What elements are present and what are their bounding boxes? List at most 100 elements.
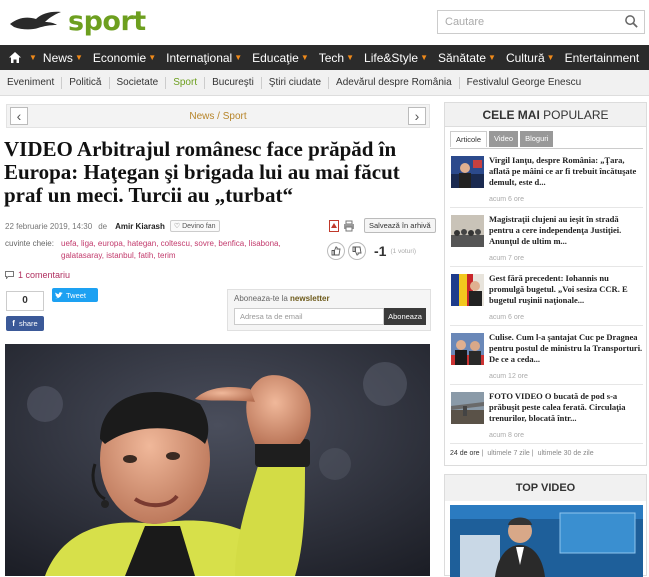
search-box: [437, 10, 645, 34]
nav-label: Internaţional: [166, 50, 233, 65]
breadcrumb[interactable]: News / Sport: [7, 111, 429, 122]
list-item[interactable]: Virgil Ianţu, despre România: „Ţara, afl…: [450, 149, 643, 208]
logo-text: sport: [68, 5, 146, 37]
top-video-thumbnail[interactable]: [450, 505, 643, 577]
nav-item-educatie[interactable]: Educaţie ▼: [248, 51, 315, 65]
list-item[interactable]: FOTO VIDEO O bucată de pod s-a prăbuşit …: [450, 385, 643, 444]
nav-label: Cultură: [505, 50, 545, 65]
list-item[interactable]: Culise. Cum l-a şantajat Cuc pe Dragnea …: [450, 326, 643, 385]
popular-title: Virgil Ianţu, despre România: „Ţara, afl…: [489, 155, 637, 187]
comments-link[interactable]: 1 comentariu: [5, 270, 70, 280]
nav-item-news[interactable]: News ▼: [39, 51, 89, 65]
nav-item-sanatate[interactable]: Sănătate ▼: [434, 51, 502, 65]
sidebar-tabs: Articole Video Bloguri: [450, 131, 555, 147]
tab-video[interactable]: Video: [489, 131, 519, 147]
popular-time: acum 8 ore: [489, 432, 525, 439]
article-main-image[interactable]: [5, 344, 430, 576]
nav-label: Entertainment: [564, 50, 640, 65]
article-thumbnail: [451, 333, 484, 365]
popular-title: Gest fără precedent: Iohannis nu promulg…: [489, 273, 628, 305]
newsletter-email-input[interactable]: [234, 308, 384, 325]
popular-list: Virgil Ianţu, despre România: „Ţara, afl…: [450, 148, 643, 444]
filter-24h[interactable]: 24 de ore: [450, 450, 480, 457]
subnav-item-bucuresti[interactable]: Bucureşti: [205, 76, 262, 89]
top-video-box: TOP VIDEO: [444, 474, 647, 577]
pdf-icon[interactable]: [328, 219, 340, 232]
subnav-item-politica[interactable]: Politică: [62, 76, 110, 89]
newsletter-subscribe-button[interactable]: Aboneaza: [384, 308, 426, 325]
nav-label: Educaţie: [252, 50, 299, 65]
top-video-title: TOP VIDEO: [445, 475, 646, 501]
nav-label: Sănătate: [437, 50, 487, 65]
nav-item-entertainment[interactable]: Entertainment: [561, 51, 644, 65]
subnav-item-adevarul-despre-romania[interactable]: Adevărul despre România: [329, 76, 460, 89]
nav-label: Life&Style: [364, 50, 419, 65]
tweet-label: Tweet: [66, 290, 87, 300]
sidebar-title-bold: CELE MAI: [482, 108, 540, 122]
nav-label: News: [42, 50, 73, 65]
tags-list[interactable]: uefa, liga, europa, hategan, coltescu, s…: [61, 238, 301, 262]
article-thumbnail: [451, 274, 484, 306]
home-button[interactable]: [3, 52, 27, 63]
article-author[interactable]: Amir Kiarash: [115, 222, 165, 231]
home-icon: [9, 52, 21, 63]
subnav-item-sport[interactable]: Sport: [166, 76, 206, 89]
nav-item-cultura[interactable]: Cultură ▼: [502, 51, 561, 65]
referee-photo: [5, 344, 430, 576]
facebook-icon: f: [12, 319, 15, 328]
subnav-item-societate[interactable]: Societate: [110, 76, 167, 89]
nav-label: Tech: [318, 50, 345, 65]
filter-7-days[interactable]: ultimele 7 zile: [487, 450, 529, 457]
thumbs-down-button[interactable]: [348, 242, 366, 260]
filter-30-days[interactable]: ultimele 30 de zile: [538, 450, 594, 457]
site-logo[interactable]: sport: [8, 4, 146, 38]
subnav-item-eveniment[interactable]: Eveniment: [0, 76, 63, 89]
list-item[interactable]: Magistraţii clujeni au ieşit în stradă p…: [450, 208, 643, 267]
nav-arrow-icon: ▼: [29, 53, 37, 62]
search-input[interactable]: [438, 11, 608, 33]
nav-item-international[interactable]: Internaţional ▼: [162, 51, 248, 65]
article-thumbnail: [451, 156, 484, 188]
popular-time: acum 6 ore: [489, 196, 525, 203]
tweet-button[interactable]: Tweet: [52, 288, 98, 302]
search-icon[interactable]: [624, 14, 639, 29]
article-date: 22 februarie 2019, 14:30: [5, 221, 93, 231]
main-nav: ▼ News ▼ Economie ▼ Internaţional ▼ Educaţi…: [0, 45, 649, 70]
article-title: VIDEO Arbitrajul românesc face prăpăd în…: [4, 137, 400, 207]
sidebar-title: CELE MAI POPULARE: [445, 103, 646, 127]
newsletter-title: Aboneaza-te la newsletter: [234, 294, 330, 303]
save-to-archive-button[interactable]: Salvează în arhivă: [364, 218, 436, 233]
next-article-button[interactable]: ›: [408, 107, 426, 125]
popular-time: acum 6 ore: [489, 314, 525, 321]
subnav-item-festivalul-enescu[interactable]: Festivalul George Enescu: [460, 77, 589, 89]
share-label: share: [18, 319, 38, 328]
subnav-item-stiri-ciudate[interactable]: Ştiri ciudate: [262, 76, 330, 89]
newsletter-title-prefix: Aboneaza-te la: [234, 294, 291, 303]
sub-nav: Eveniment Politică Societate Sport Bucur…: [0, 70, 649, 96]
site-header: sport: [0, 0, 649, 42]
nav-item-lifestyle[interactable]: Life&Style ▼: [360, 51, 434, 65]
vote-count: (1 voturi): [390, 247, 417, 255]
article-thumbnail: [451, 392, 484, 424]
facebook-share-button[interactable]: f share: [6, 316, 44, 331]
filter-divider: |: [481, 450, 484, 457]
nav-item-economie[interactable]: Economie ▼: [89, 51, 162, 65]
popular-time: acum 12 ore: [489, 373, 528, 380]
thumbs-up-button[interactable]: [327, 242, 345, 260]
nav-arrow-icon: ▼: [488, 53, 496, 62]
become-fan-button[interactable]: ♡ Devino fan: [169, 220, 220, 232]
nav-arrow-icon: ▼: [546, 53, 555, 62]
print-icon[interactable]: [343, 220, 355, 232]
vote-widget: -1 (1 voturi): [327, 242, 416, 260]
newsletter-box: Aboneaza-te la newsletter Aboneaza: [227, 289, 431, 331]
comment-icon: [5, 271, 14, 279]
popular-title: FOTO VIDEO O bucată de pod s-a prăbuşit …: [489, 391, 626, 423]
nav-item-tech[interactable]: Tech ▼: [315, 51, 360, 65]
facebook-share-count: 0: [6, 291, 44, 311]
nav-arrow-icon: ▼: [346, 53, 355, 62]
tab-articole[interactable]: Articole: [450, 131, 488, 147]
popular-title: Culise. Cum l-a şantajat Cuc pe Dragnea …: [489, 332, 643, 364]
sidebar-title-rest: POPULARE: [539, 108, 609, 122]
list-item[interactable]: Gest fără precedent: Iohannis nu promulg…: [450, 267, 643, 326]
tab-bloguri[interactable]: Bloguri: [520, 131, 554, 147]
